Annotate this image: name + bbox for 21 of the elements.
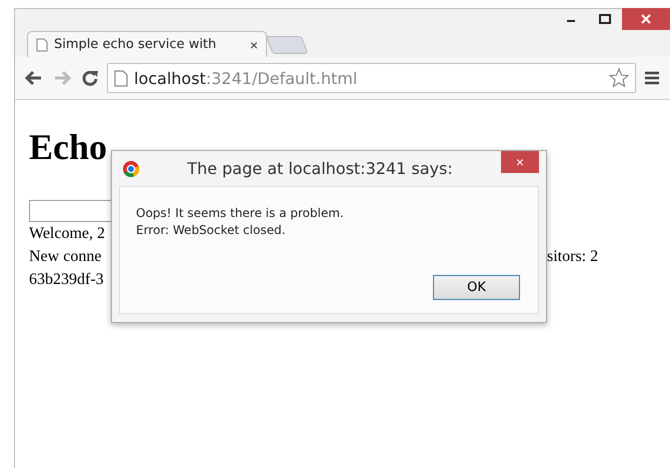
maximize-icon (599, 14, 611, 24)
page-icon (36, 38, 48, 52)
dialog-message: Error: WebSocket closed. (136, 222, 286, 239)
log-line: sitors: 2 (547, 248, 598, 266)
dialog-title: The page at localhost:3241 says: (186, 159, 454, 178)
close-icon (641, 14, 651, 24)
log-line: New conne (29, 248, 102, 266)
star-icon[interactable] (609, 68, 629, 88)
ok-button[interactable]: OK (433, 275, 520, 300)
menu-icon[interactable] (642, 69, 662, 87)
address-bar[interactable]: localhost:3241/Default.html (107, 63, 636, 93)
browser-tab[interactable]: Simple echo service with × (27, 31, 267, 57)
dialog-close-button[interactable]: × (501, 151, 539, 173)
page-heading: Echo (29, 126, 108, 169)
log-line: 63b239df-3 (29, 270, 105, 288)
log-line: Welcome, 2 (29, 224, 106, 242)
browser-logo-icon (122, 160, 140, 178)
dialog-message: Oops! It seems there is a problem. (136, 205, 345, 222)
tab-close-button[interactable]: × (250, 36, 258, 52)
page-icon (114, 70, 128, 86)
close-button[interactable] (622, 8, 670, 30)
